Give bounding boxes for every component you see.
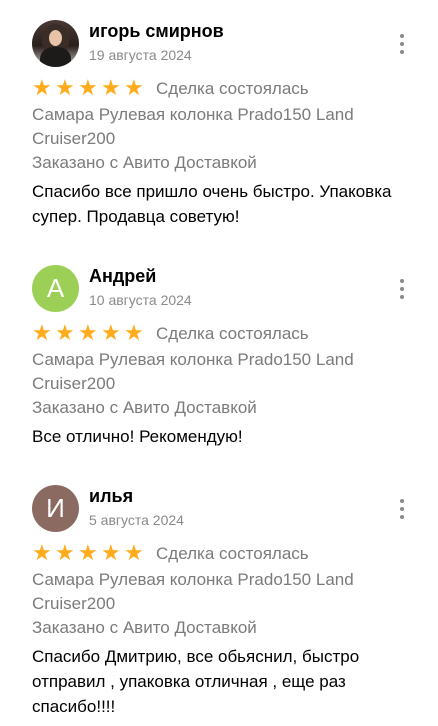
review-card: А Андрей 10 августа 2024 ★ ★ ★ ★ ★ Сделк… (0, 229, 438, 449)
more-vertical-icon[interactable] (392, 277, 412, 301)
star-rating: ★ ★ ★ ★ ★ (32, 75, 147, 101)
delivery-info: Заказано с Авито Доставкой (32, 618, 257, 637)
star-icon: ★ (124, 75, 144, 101)
item-title[interactable]: Самара Рулевая колонка Prado150 Land Cru… (32, 103, 406, 151)
avatar[interactable]: А (32, 265, 79, 312)
review-header: И илья 5 августа 2024 (32, 485, 406, 535)
star-rating: ★ ★ ★ ★ ★ (32, 540, 147, 566)
avatar[interactable] (32, 20, 79, 67)
review-header: А Андрей 10 августа 2024 (32, 265, 406, 315)
avatar-photo-body (40, 47, 71, 67)
delivery-info: Заказано с Авито Доставкой (32, 153, 257, 172)
review-text: Спасибо Дмитрию, все обьяснил, быстро от… (32, 647, 360, 716)
avatar-photo-face (49, 30, 62, 46)
star-icon: ★ (124, 540, 144, 566)
rating-row: ★ ★ ★ ★ ★ Сделка состоялась (32, 320, 406, 347)
review-date: 10 августа 2024 (89, 292, 192, 308)
delivery-info: Заказано с Авито Доставкой (32, 398, 257, 417)
star-icon: ★ (32, 75, 52, 101)
star-icon: ★ (101, 75, 121, 101)
star-rating: ★ ★ ★ ★ ★ (32, 320, 147, 346)
author-name[interactable]: илья (89, 486, 133, 507)
deal-status: Сделка состоялась (156, 323, 309, 343)
star-icon: ★ (124, 320, 144, 346)
author-name[interactable]: игорь смирнов (89, 21, 224, 42)
review-date: 5 августа 2024 (89, 512, 184, 528)
review-text: Спасибо все пришло очень быстро. Упаковк… (32, 182, 392, 226)
avatar-letter: И (46, 493, 65, 523)
item-title[interactable]: Самара Рулевая колонка Prado150 Land Cru… (32, 348, 406, 396)
item-title[interactable]: Самара Рулевая колонка Prado150 Land Cru… (32, 568, 406, 616)
star-icon: ★ (78, 75, 98, 101)
star-icon: ★ (32, 320, 52, 346)
avatar-letter: А (46, 273, 65, 303)
author-name[interactable]: Андрей (89, 266, 156, 287)
star-icon: ★ (101, 540, 121, 566)
deal-status: Сделка состоялась (156, 543, 309, 563)
avatar[interactable]: И (32, 485, 79, 532)
star-icon: ★ (55, 75, 75, 101)
review-header: игорь смирнов 19 августа 2024 (32, 20, 406, 70)
more-vertical-icon[interactable] (392, 32, 412, 56)
star-icon: ★ (78, 320, 98, 346)
review-card: И илья 5 августа 2024 ★ ★ ★ ★ ★ Сделка с… (0, 449, 438, 719)
star-icon: ★ (32, 540, 52, 566)
review-card: игорь смирнов 19 августа 2024 ★ ★ ★ ★ ★ … (0, 0, 438, 229)
star-icon: ★ (78, 540, 98, 566)
star-icon: ★ (101, 320, 121, 346)
rating-row: ★ ★ ★ ★ ★ Сделка состоялась (32, 75, 406, 102)
review-date: 19 августа 2024 (89, 47, 192, 63)
review-text: Все отлично! Рекомендую! (32, 427, 243, 446)
star-icon: ★ (55, 540, 75, 566)
rating-row: ★ ★ ★ ★ ★ Сделка состоялась (32, 540, 406, 567)
star-icon: ★ (55, 320, 75, 346)
more-vertical-icon[interactable] (392, 497, 412, 521)
deal-status: Сделка состоялась (156, 78, 309, 98)
